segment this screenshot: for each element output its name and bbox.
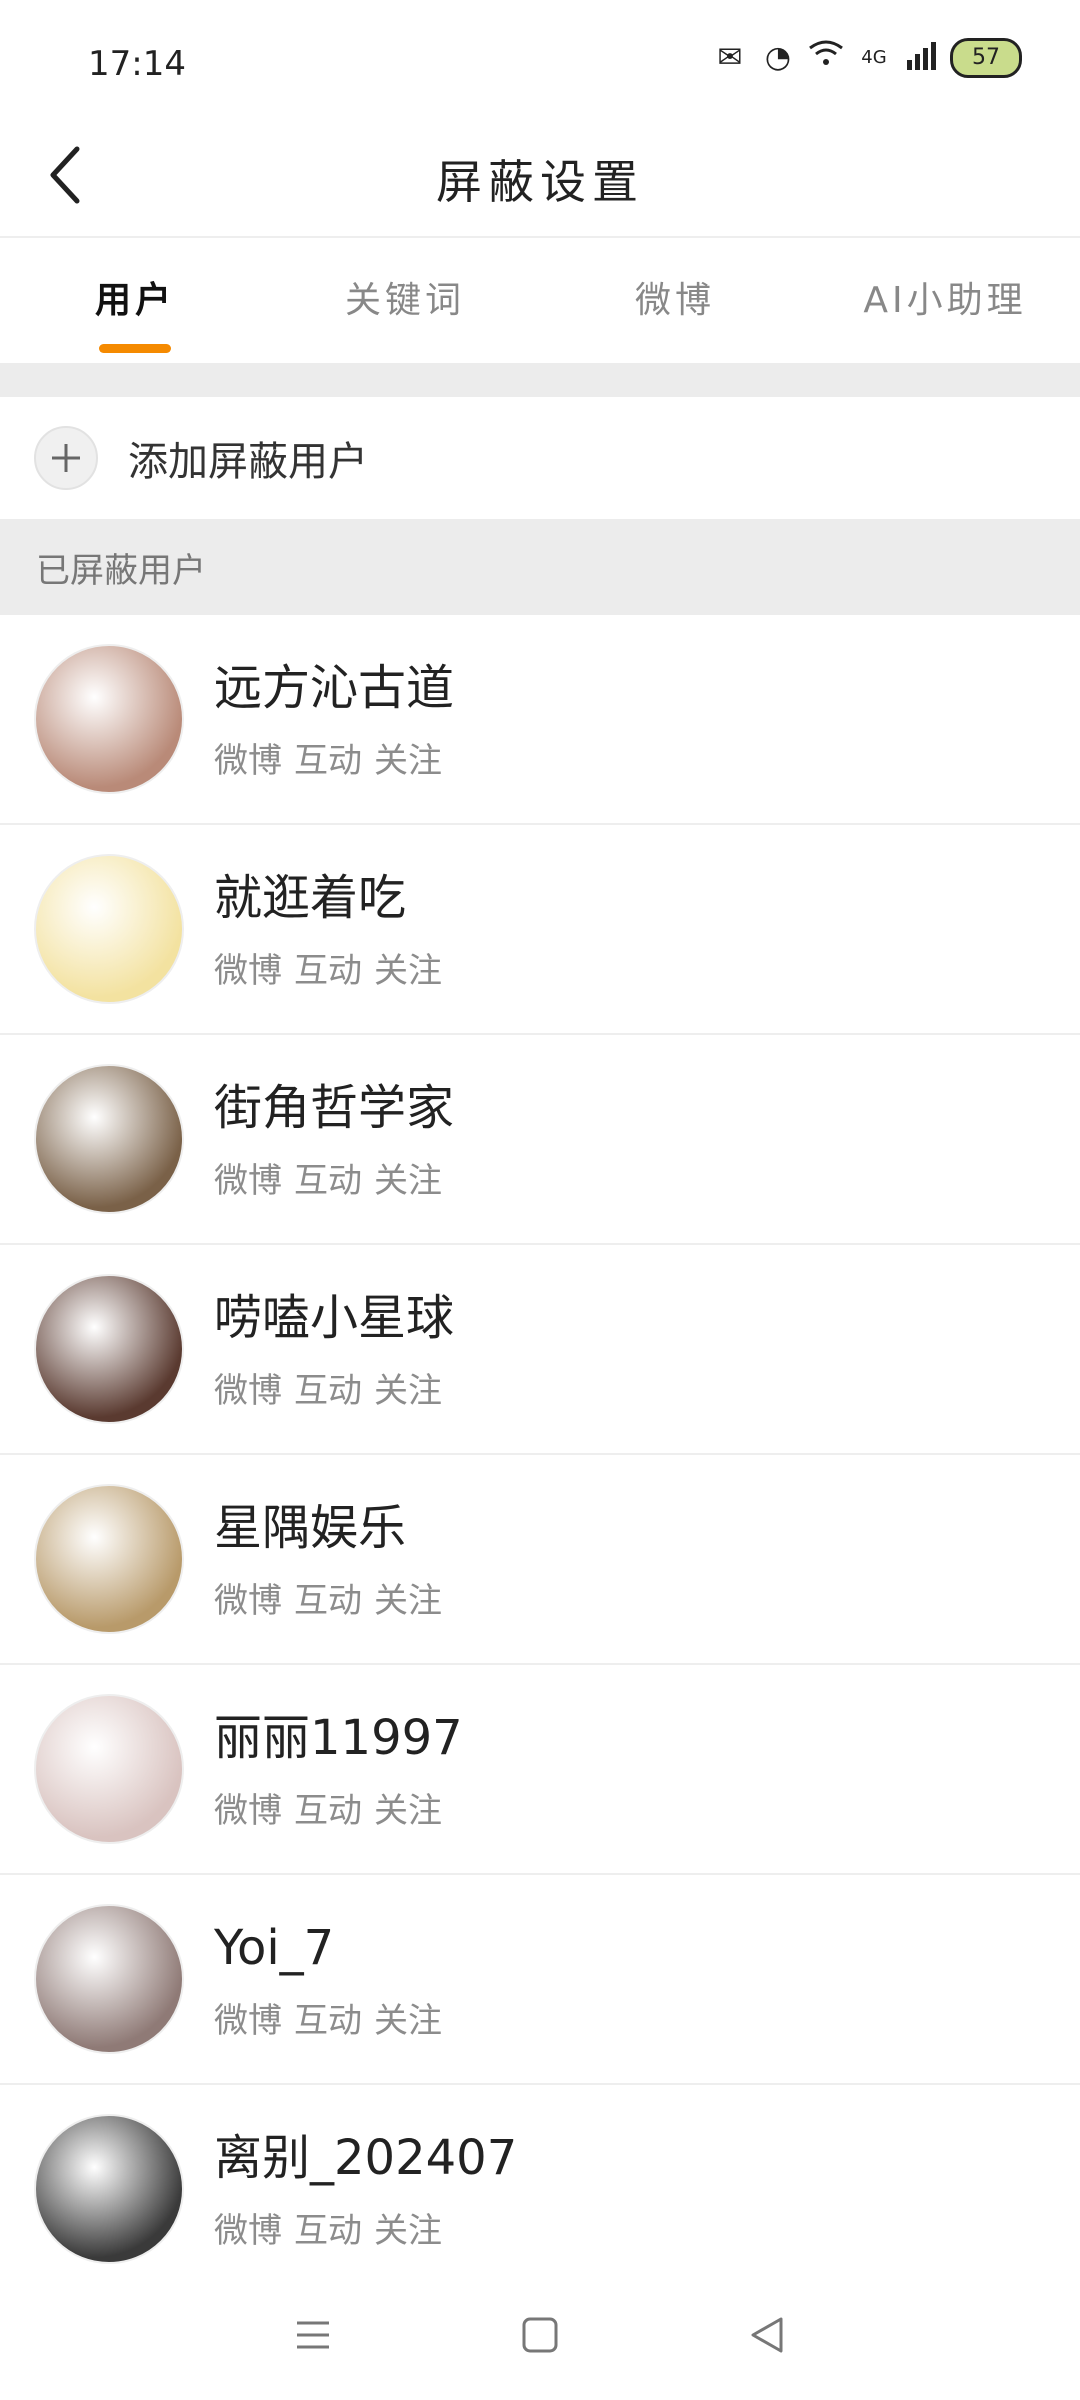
block-scope-tag: 微博 [214,2210,282,2251]
tab-weibo[interactable]: 微博 [540,238,810,363]
block-scope-tag: 微博 [214,1160,282,1201]
block-scope-tags: 微博 互动 关注 [214,1573,454,1622]
block-scope-tag: 关注 [374,950,442,991]
user-info: 唠嗑小星球微博 互动 关注 [214,1287,454,1412]
blocked-user-row[interactable]: 远方沁古道微博 互动 关注 [0,615,1080,825]
block-scope-tags: 微博 互动 关注 [214,1153,454,1202]
block-scope-tag: 微博 [214,2000,282,2041]
block-scope-tags: 微博 互动 关注 [214,1993,454,2042]
blocked-user-row[interactable]: 离别_202407 微博 互动 关注 [0,2085,1080,2295]
user-info: 就逛着吃微博 互动 关注 [214,867,454,992]
block-scope-tag: 关注 [374,1160,442,1201]
menu-icon [297,2321,330,2349]
tab-ai-assistant[interactable]: AI小助理 [810,238,1080,363]
block-scope-tag: 互动 [294,740,362,781]
status-bar: 17:14 ✉ ◔ 4G 57 [0,0,1080,118]
user-name: 星隅娱乐 [214,1499,407,1556]
user-info: 星隅娱乐微博 互动 关注 [214,1497,454,1622]
tab-bar: 用户 关键词 微博 AI小助理 [0,238,1080,363]
section-header: 已屏蔽用户 [0,519,1080,615]
user-info: 远方沁古道微博 互动 关注 [214,657,454,782]
plus-icon [34,426,98,490]
avatar[interactable] [34,1064,184,1214]
block-scope-tags: 微博 互动 关注 [214,943,454,992]
user-name: 就逛着吃 [214,869,407,926]
header: 屏蔽设置 [0,118,1080,238]
block-scope-tags: 微博 互动 关注 [214,733,454,782]
avatar[interactable] [34,1484,184,1634]
blocked-user-list: 远方沁古道 微博 互动 关注 就逛着吃 微博 互动 关注 街角哲学家 微博 互动 关注 唠嗑小星球 微博互… [0,615,1080,2295]
signal-icon [902,38,942,78]
page-title: 屏蔽设置 [436,155,644,209]
avatar[interactable] [34,854,184,1004]
user-info: 离别_202407 微博 互动 关注 [214,2127,517,2252]
blocked-user-row[interactable]: Yoi_7 微博 互动 关注 [0,1875,1080,2085]
tab-users[interactable]: 用户 [0,238,270,363]
block-scope-tag: 关注 [374,740,442,781]
avatar[interactable] [34,1694,184,1844]
block-scope-tags: 微博 互动 关注 [214,1363,454,1412]
app-icon: ◔ [764,40,792,75]
user-info: 街角哲学家微博 互动 关注 [214,1077,454,1202]
divider [0,363,1080,397]
blocked-user-row[interactable]: 丽丽11997 微博 互动 关注 [0,1665,1080,1875]
wifi-icon [806,38,846,78]
home-square-icon [522,2317,558,2353]
blocked-user-row[interactable]: 唠嗑小星球微博 互动 关注 [0,1245,1080,1455]
user-name: 唠嗑小星球 [214,1289,455,1346]
block-scope-tag: 互动 [294,1370,362,1411]
block-scope-tag: 微博 [214,1370,282,1411]
network-label: 4G [861,47,887,68]
block-scope-tag: 微博 [214,740,282,781]
user-name: 远方沁古道 [214,659,455,716]
system-nav-bar [0,2270,1080,2400]
block-scope-tag: 关注 [374,2000,442,2041]
notification-icon: ✉ [717,40,743,75]
add-blocked-user-button[interactable]: 添加屏蔽用户 [0,397,1080,519]
block-scope-tag: 互动 [294,1580,362,1621]
block-scope-tag: 微博 [214,950,282,991]
blocked-user-row[interactable]: 就逛着吃微博 互动 关注 [0,825,1080,1035]
nav-back-button[interactable] [737,2305,797,2365]
block-scope-tag: 关注 [374,1790,442,1831]
avatar[interactable] [34,1274,184,1424]
block-scope-tag: 互动 [294,2210,362,2251]
avatar[interactable] [34,644,184,794]
block-scope-tag: 关注 [374,1580,442,1621]
menu-button[interactable] [283,2305,343,2365]
user-info: 丽丽11997 微博 互动 关注 [214,1707,463,1832]
user-info: Yoi_7 微博 互动 关注 [214,1917,454,2042]
back-triangle-icon [751,2317,783,2353]
blocked-user-row[interactable]: 星隅娱乐微博 互动 关注 [0,1455,1080,1665]
blocked-user-row[interactable]: 街角哲学家微博 互动 关注 [0,1035,1080,1245]
block-scope-tag: 微博 [214,1790,282,1831]
block-scope-tag: 关注 [374,1370,442,1411]
user-name: 街角哲学家 [214,1079,455,1136]
tab-keywords[interactable]: 关键词 [270,238,540,363]
status-icons: ✉ ◔ 4G 57 [710,38,1022,78]
block-scope-tags: 微博 互动 关注 [214,1783,463,1832]
block-scope-tag: 互动 [294,1790,362,1831]
battery-icon: 57 [950,38,1022,78]
avatar[interactable] [34,2114,184,2264]
user-name: 丽丽11997 [214,1709,463,1766]
block-scope-tag: 关注 [374,2210,442,2251]
block-scope-tag: 互动 [294,2000,362,2041]
user-name: 离别_202407 [214,2129,518,2186]
user-name: Yoi_7 [214,1919,335,1976]
block-scope-tag: 微博 [214,1580,282,1621]
block-scope-tag: 互动 [294,1160,362,1201]
add-blocked-user-label: 添加屏蔽用户 [128,439,368,485]
block-scope-tag: 互动 [294,950,362,991]
block-scope-tags: 微博 互动 关注 [214,2203,517,2252]
home-button[interactable] [510,2305,570,2365]
status-time: 17:14 [88,44,186,84]
avatar[interactable] [34,1904,184,2054]
